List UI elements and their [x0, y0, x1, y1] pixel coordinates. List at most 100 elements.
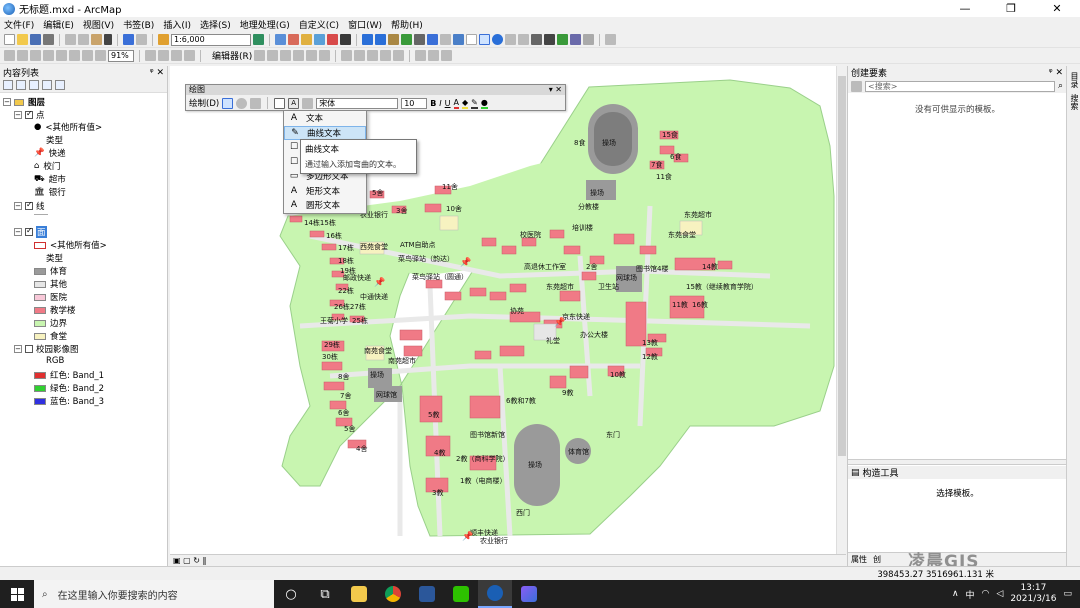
minimize-button[interactable]: — [942, 0, 988, 17]
menu-help[interactable]: 帮助(H) [391, 18, 423, 31]
zoom-page-in-icon[interactable] [4, 50, 15, 61]
attributes-icon[interactable] [415, 50, 427, 61]
catalog-icon[interactable] [301, 34, 312, 45]
toc-layer-polygon[interactable]: − 面 [14, 226, 47, 238]
pin-icon[interactable]: ᵠ ✕ [1049, 68, 1063, 78]
ime-indicator[interactable]: 中 [966, 588, 975, 601]
list-by-selection-icon[interactable] [42, 80, 52, 90]
panel-splitter[interactable] [848, 459, 1067, 465]
layout-zoom-select[interactable]: 91% [108, 49, 134, 62]
sketch-properties-icon[interactable] [428, 50, 440, 61]
task-view-icon[interactable]: ⧉ [308, 580, 342, 608]
split-icon[interactable] [380, 50, 392, 61]
zoom-whole-page-icon[interactable] [250, 97, 262, 109]
zoom-page-out-icon[interactable] [17, 50, 28, 61]
collapse-icon[interactable]: − [14, 111, 22, 119]
word-icon[interactable] [410, 580, 444, 608]
forward-icon[interactable] [440, 34, 451, 45]
undo-icon[interactable] [123, 34, 134, 45]
trace-icon[interactable] [306, 50, 318, 61]
map-vertical-scrollbar[interactable] [836, 66, 846, 554]
maximize-button[interactable]: ❐ [988, 0, 1034, 17]
change-layout-icon[interactable] [171, 50, 182, 61]
editor-toolbar-icon[interactable] [253, 34, 264, 45]
underline-icon[interactable]: U [445, 99, 451, 108]
fixed-zoom-page-icon[interactable] [69, 50, 80, 61]
list-by-visibility-icon[interactable] [29, 80, 39, 90]
taskbar-search-box[interactable]: ⌕ 在这里输入你要搜索的内容 [34, 580, 274, 608]
data-driven-pages-icon[interactable] [184, 50, 195, 61]
toc-layer-point[interactable]: − 点 [14, 109, 45, 121]
cut-icon[interactable] [65, 34, 76, 45]
menu-file[interactable]: 文件(F) [4, 18, 34, 31]
chrome-icon[interactable] [376, 580, 410, 608]
select-elements-icon[interactable] [479, 34, 490, 45]
scroll-thumb[interactable] [838, 76, 846, 456]
file-explorer-icon[interactable] [342, 580, 376, 608]
font-select[interactable]: 宋体 [316, 97, 399, 109]
dropdown-item-circle-text[interactable]: A 圆形文本 [284, 198, 366, 213]
tab-catalog[interactable]: 目录 [1069, 72, 1080, 88]
focus-data-frame-icon[interactable] [158, 50, 169, 61]
layer-visibility-checkbox[interactable] [25, 345, 33, 353]
list-by-drawing-order-icon[interactable] [3, 80, 13, 90]
edit-vertices-icon[interactable] [341, 50, 353, 61]
draw-toolbar-title[interactable]: 绘图 ▾ ✕ [186, 85, 565, 95]
start-button[interactable] [0, 580, 34, 608]
pan-page-icon[interactable] [30, 50, 41, 61]
editor-menu[interactable]: 编辑器(R) [212, 49, 252, 62]
menu-customize[interactable]: 自定义(C) [299, 18, 339, 31]
layer-visibility-checkbox[interactable] [25, 226, 33, 236]
template-search-input[interactable]: <搜索> [865, 80, 1055, 92]
redo-icon[interactable] [136, 34, 147, 45]
pin-icon[interactable]: ᵠ ✕ [150, 68, 164, 78]
menu-geoprocessing[interactable]: 地理处理(G) [240, 18, 290, 31]
menu-insert[interactable]: 插入(I) [163, 18, 191, 31]
collapse-icon[interactable]: − [3, 98, 11, 106]
table-icon[interactable] [275, 34, 286, 45]
python-icon[interactable] [340, 34, 351, 45]
rectangle-icon[interactable] [274, 97, 286, 109]
zoom-in-icon[interactable] [362, 34, 373, 45]
layer-visibility-checkbox[interactable] [25, 200, 33, 210]
volume-icon[interactable]: ◁ [996, 589, 1003, 599]
zoom-100-icon[interactable] [56, 50, 67, 61]
toc-layer-raster[interactable]: − 校园影像图 [14, 343, 79, 355]
collapse-icon[interactable]: − [14, 228, 22, 236]
zoom-out-icon[interactable] [375, 34, 386, 45]
toc-icon[interactable] [288, 34, 299, 45]
delete-icon[interactable] [104, 34, 112, 45]
toc-layer-group[interactable]: − 图层 [3, 96, 45, 108]
straight-segment-icon[interactable] [280, 50, 292, 61]
draw-menu[interactable]: 绘制(D) [189, 97, 219, 109]
identify-icon[interactable] [492, 34, 503, 45]
search-icon[interactable]: ⌕ [1058, 81, 1063, 91]
toggle-draft-icon[interactable] [145, 50, 156, 61]
find-route-icon[interactable] [557, 34, 568, 45]
fixed-zoom-icon[interactable] [414, 34, 425, 45]
menu-windows[interactable]: 窗口(W) [348, 18, 382, 31]
html-popup-icon[interactable] [518, 34, 529, 45]
time-slider-icon[interactable] [583, 34, 594, 45]
find-icon[interactable] [544, 34, 555, 45]
map-view[interactable]: 操场 15食 8食 6食 7食 11食 操场 分教楼 东苑超市 东苑食堂 农业银… [170, 66, 846, 566]
taskbar-clock[interactable]: 13:17 2021/3/16 [1010, 583, 1056, 605]
menu-view[interactable]: 视图(V) [83, 18, 114, 31]
close-icon[interactable]: ▾ ✕ [549, 85, 562, 95]
line-color-icon[interactable]: ✎ [471, 98, 478, 109]
back-icon[interactable] [427, 34, 438, 45]
new-icon[interactable] [4, 34, 15, 45]
dropdown-item-curved-text[interactable]: ✎ 曲线文本 [284, 125, 366, 140]
next-extent-icon[interactable] [95, 50, 106, 61]
tab-attributes[interactable]: 属性 [851, 554, 867, 565]
italic-icon[interactable]: I [439, 99, 441, 108]
fill-color-icon[interactable]: ◆ [462, 98, 469, 109]
font-color-icon[interactable]: A [453, 98, 459, 109]
menu-bookmarks[interactable]: 书签(B) [123, 18, 154, 31]
reshape-icon[interactable] [354, 50, 366, 61]
wechat-icon[interactable] [444, 580, 478, 608]
collapse-icon[interactable]: − [14, 345, 22, 353]
end-point-arc-icon[interactable] [293, 50, 305, 61]
edit-tool-icon[interactable] [254, 50, 266, 61]
copy-icon[interactable] [78, 34, 89, 45]
